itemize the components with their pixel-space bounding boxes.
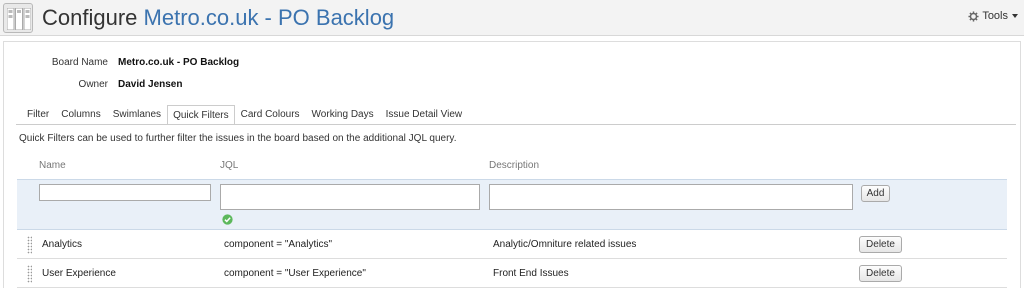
quick-filter-description: Analytic/Omniture related issues [493,239,637,250]
tab-filter[interactable]: Filter [21,105,55,125]
tools-menu-button[interactable]: Tools [968,10,1018,22]
column-header-description: Description [489,160,540,171]
board-name-link[interactable]: Metro.co.uk - PO Backlog [144,5,395,30]
configure-panel: Board Name Metro.co.uk - PO Backlog Owne… [3,41,1021,288]
chevron-down-icon [1012,14,1018,18]
tab-working-days[interactable]: Working Days [306,105,380,125]
tab-card-colours[interactable]: Card Colours [235,105,306,125]
column-header-jql: JQL [220,160,239,171]
title-prefix: Configure [42,5,138,30]
board-name-value: Metro.co.uk - PO Backlog [118,57,240,68]
quick-filter-description-input[interactable] [489,184,853,210]
tab-columns[interactable]: Columns [55,105,106,125]
quick-filter-description: Front End Issues [493,268,569,279]
drag-handle-icon[interactable] [27,265,32,283]
delete-quick-filter-button[interactable]: Delete [859,265,902,282]
page-header: Configure Metro.co.uk - PO Backlog Tools [0,0,1024,36]
quick-filter-name: User Experience [42,268,116,279]
owner-value: David Jensen [118,79,183,90]
quick-filter-name-input[interactable] [39,184,211,201]
add-quick-filter-button[interactable]: Add [861,185,890,202]
quick-filter-row[interactable]: User Experience component = "User Experi… [17,259,1007,288]
quick-filter-jql-input[interactable] [220,184,480,210]
owner-label: Owner [78,79,108,90]
tab-swimlanes[interactable]: Swimlanes [107,105,167,125]
quick-filter-name: Analytics [42,239,83,250]
tab-quick-filters[interactable]: Quick Filters [167,105,235,125]
quick-filter-jql: component = "Analytics" [224,239,332,250]
board-icon [3,3,33,33]
quick-filters-description: Quick Filters can be used to further fil… [19,133,457,144]
tab-issue-detail-view[interactable]: Issue Detail View [380,105,469,125]
quick-filter-row[interactable]: Analytics component = "Analytics" Analyt… [17,230,1007,259]
tab-divider [16,124,1016,125]
delete-quick-filter-button[interactable]: Delete [859,236,902,253]
drag-handle-icon[interactable] [27,236,32,254]
column-header-name: Name [39,160,66,171]
config-tabs: Filter Columns Swimlanes Quick Filters C… [21,105,468,125]
quick-filter-jql: component = "User Experience" [224,268,366,279]
tools-label: Tools [982,10,1008,22]
page-title: Configure Metro.co.uk - PO Backlog [42,5,394,31]
gear-icon [968,10,979,22]
check-circle-icon [222,214,233,225]
board-name-label: Board Name [51,57,108,68]
